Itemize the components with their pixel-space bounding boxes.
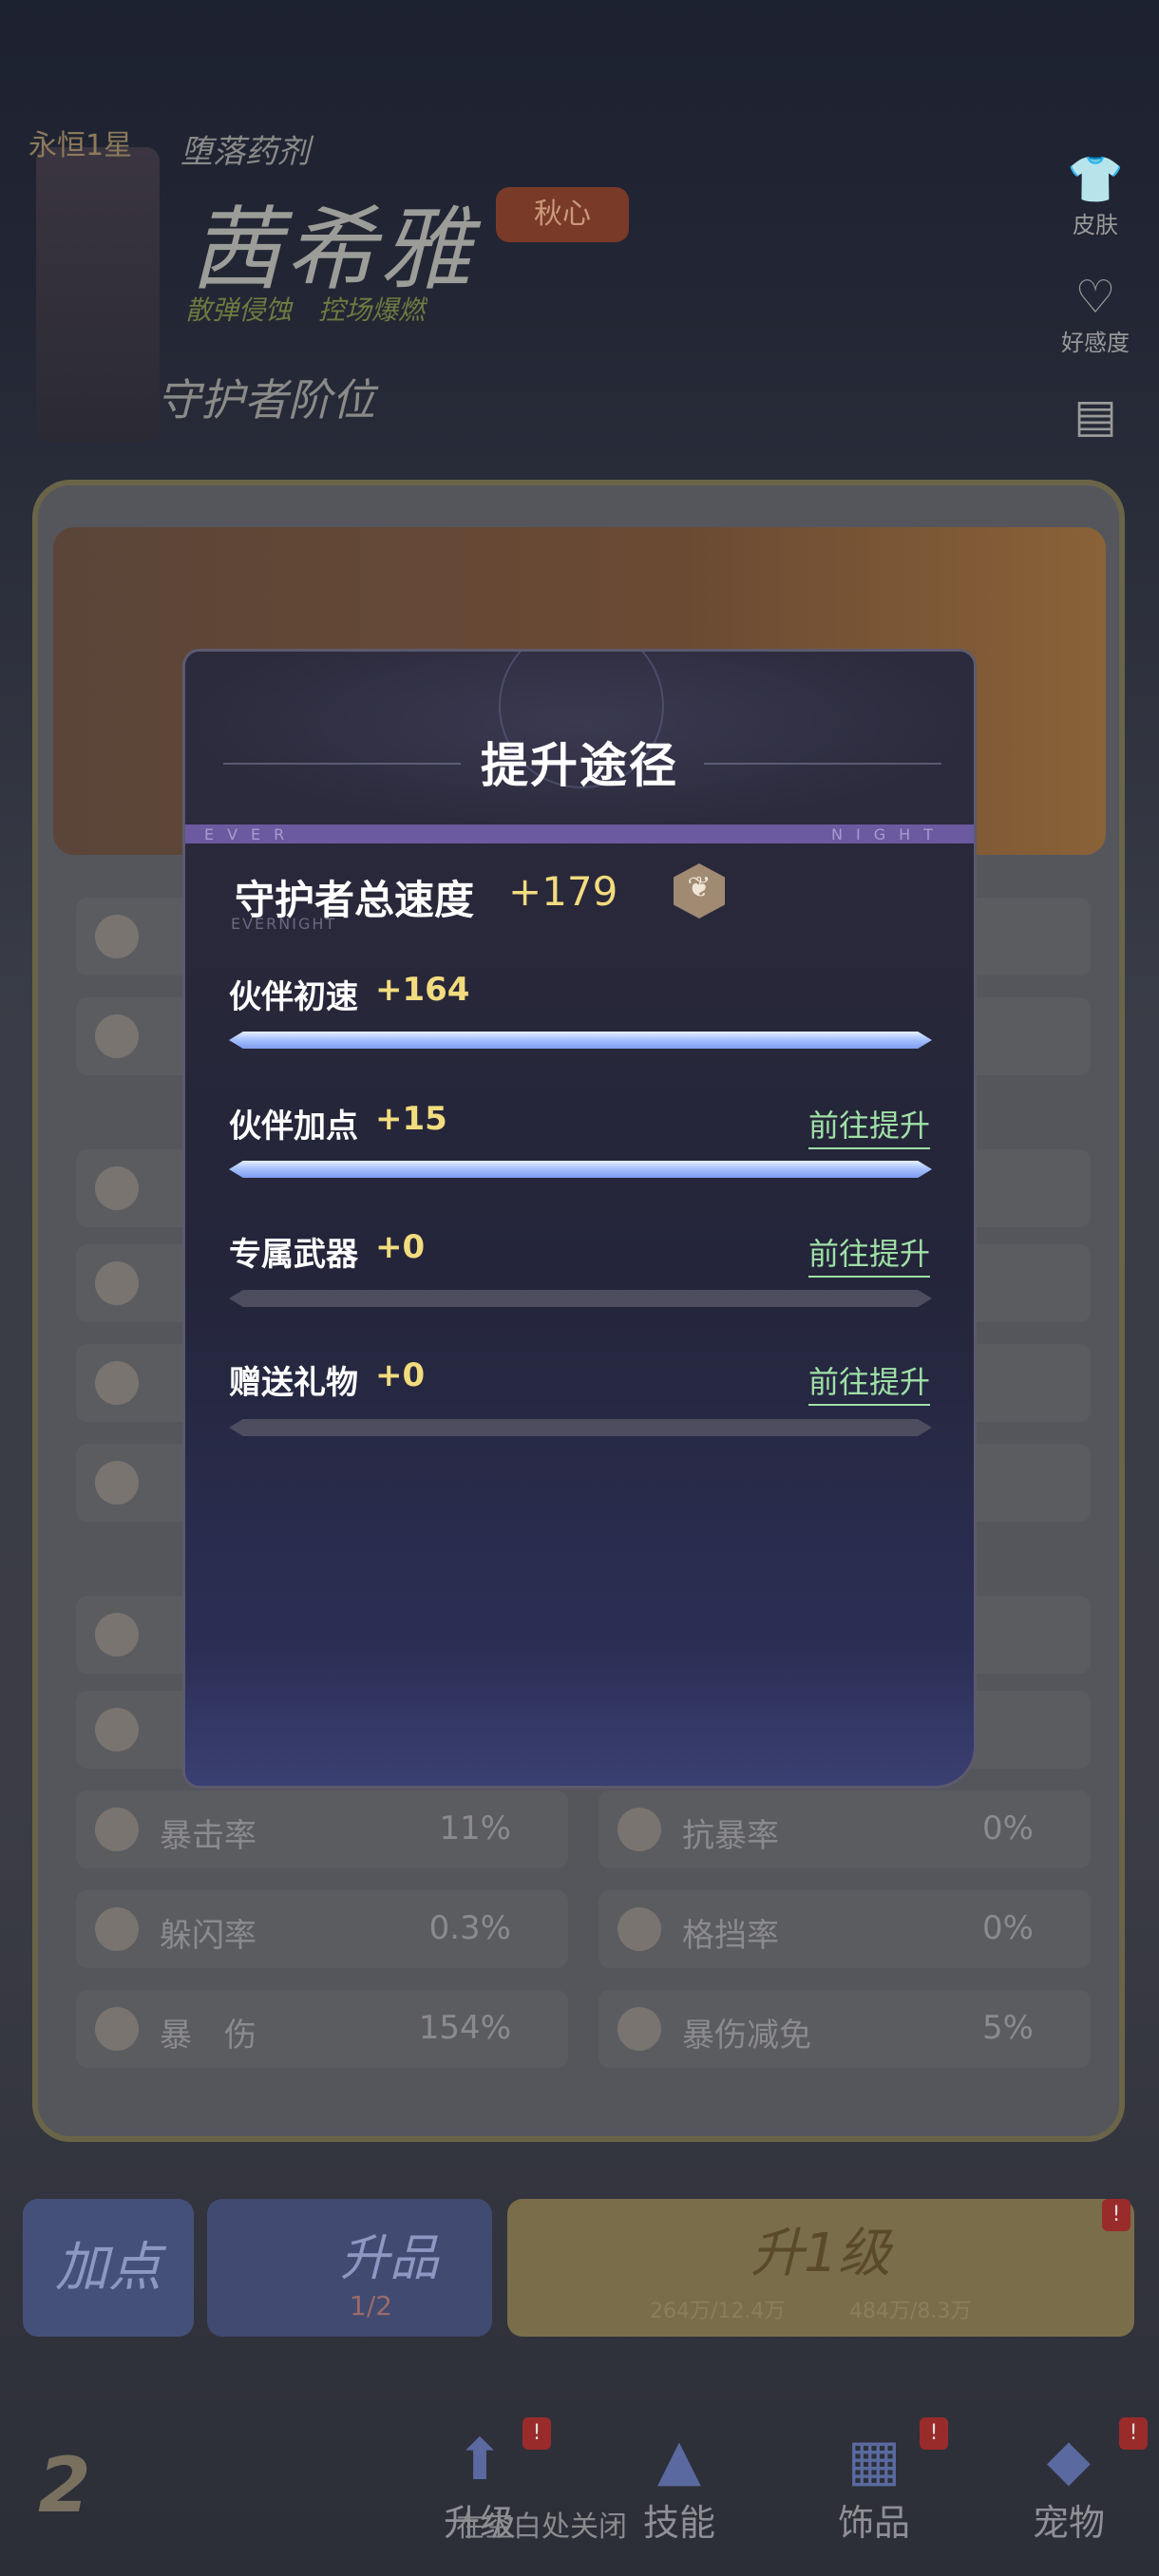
game-logo: 2 — [38, 2441, 91, 2529]
gift-value: +0 — [375, 1356, 426, 1394]
character-tags: 散弹侵蚀 控场爆燃 — [185, 294, 426, 326]
stat-row: 躲闪率 0.3% — [76, 1890, 568, 1968]
star-level: 永恒1星 — [28, 129, 133, 162]
character-name: 茜希雅 — [190, 197, 475, 303]
exclusive-weapon-label: 专属武器 — [229, 1236, 358, 1274]
add-points-button[interactable]: 加点 — [23, 2199, 194, 2337]
level-up-alert-badge: ! — [1102, 2199, 1130, 2231]
partner-points-label: 伙伴加点 — [229, 1108, 358, 1146]
go-upgrade-link[interactable]: 前往提升 — [808, 1102, 930, 1149]
affinity-icon: ♡ — [1074, 271, 1116, 324]
partner-points-value: +15 — [375, 1100, 447, 1138]
partner-points-bar — [229, 1161, 932, 1178]
upgrade-paths-dialog: 提升途径 EVER NIGHT 守护者总速度 +179 ❦ EVERNIGHT … — [182, 649, 977, 1789]
outfit-icon: 👕 — [1067, 153, 1124, 206]
partner-base-speed-bar — [229, 1032, 932, 1049]
nav-alert-badge: ! — [920, 2417, 948, 2450]
dialog-title: 提升途径 — [481, 738, 678, 793]
stat-row: 暴 伤 154% — [76, 1990, 568, 2068]
stat-row: 暴伤减免 5% — [598, 1990, 1091, 2068]
gift-bar — [229, 1419, 932, 1436]
stat-row: 格挡率 0% — [598, 1890, 1091, 1968]
promote-button[interactable]: 升品 1/2 — [207, 2199, 492, 2337]
skills-nav-icon: ▲ — [656, 2427, 702, 2493]
level-up-button[interactable]: 升1级 264万/12.4万 484万/8.3万 — [507, 2199, 1134, 2337]
speed-wing-icon: ❦ — [674, 863, 725, 919]
archive-icon: ▤ — [1074, 389, 1117, 443]
rank-title: 守护者阶位 — [157, 374, 375, 426]
character-badge: 秋心 — [496, 187, 629, 242]
archive-button[interactable]: ▤ — [1053, 389, 1138, 443]
dialog-stripe: EVER NIGHT — [185, 824, 974, 843]
tap-to-close-hint: 在空白处关闭 — [456, 2510, 627, 2544]
partner-base-speed-value: +164 — [375, 971, 470, 1009]
character-portrait — [36, 147, 160, 442]
nav-alert-badge: ! — [522, 2417, 551, 2450]
partner-base-speed-label: 伙伴初速 — [229, 978, 358, 1016]
gift-label: 赠送礼物 — [229, 1364, 358, 1402]
stat-row: 暴击率 11% — [76, 1790, 568, 1868]
go-upgrade-link[interactable]: 前往提升 — [808, 1230, 930, 1278]
affinity-button[interactable]: ♡ 好感度 — [1053, 271, 1138, 357]
evernight-watermark: EVERNIGHT — [231, 915, 337, 933]
stat-row: 抗暴率 0% — [598, 1790, 1091, 1868]
character-subtitle: 堕落药剂 — [180, 133, 310, 171]
total-speed-value: +179 — [508, 868, 618, 915]
dialog-header: 提升途径 — [185, 652, 974, 827]
exclusive-weapon-bar — [229, 1290, 932, 1307]
go-upgrade-link[interactable]: 前往提升 — [808, 1358, 930, 1406]
skin-button[interactable]: 👕 皮肤 — [1053, 152, 1138, 239]
nav-alert-badge: ! — [1119, 2417, 1148, 2450]
exclusive-weapon-value: +0 — [375, 1228, 426, 1266]
nav-skills[interactable]: ▲ 技能 — [608, 2427, 750, 2546]
